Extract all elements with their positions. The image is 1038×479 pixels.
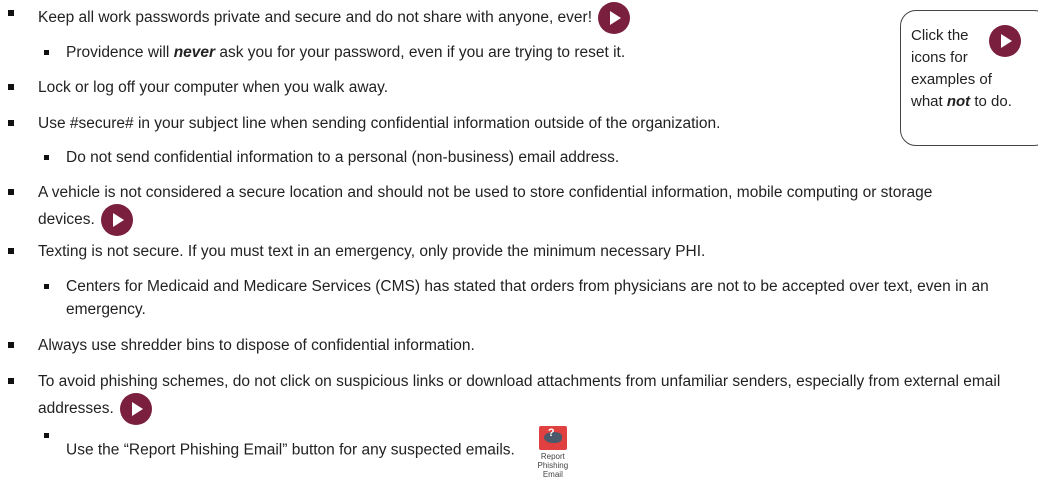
- subbullet-personal-email: Do not send confidential information to …: [44, 146, 1024, 169]
- bullet-text: Use the “Report Phishing Email” button f…: [66, 424, 1024, 479]
- bullet-marker: [44, 155, 49, 160]
- bullet-text: A vehicle is not considered a secure loc…: [38, 181, 958, 236]
- play-example-button[interactable]: [119, 393, 152, 425]
- bullet-text: To avoid phishing schemes, do not click …: [38, 370, 1028, 425]
- subbullet-report-phishing: Use the “Report Phishing Email” button f…: [44, 424, 1024, 479]
- bullet-text-content: A vehicle is not considered a secure loc…: [38, 184, 933, 229]
- bullet-marker: [44, 433, 49, 438]
- bullet-text: Providence will never ask you for your p…: [66, 41, 1024, 64]
- bullet-text: Do not send confidential information to …: [66, 149, 620, 166]
- bullet-text: Always use shredder bins to dispose of c…: [38, 337, 475, 354]
- subbullet-never-ask-password: Providence will never ask you for your p…: [44, 41, 1024, 64]
- bullet-marker: [44, 50, 49, 55]
- report-phishing-label: Report Phishing Email: [537, 452, 569, 479]
- bullet-text: Lock or log off your computer when you w…: [38, 79, 389, 96]
- bullet-text-content: Use the “Report Phishing Email” button f…: [66, 441, 515, 459]
- phishing-fish-icon: [538, 426, 567, 450]
- bullet-text: Keep all work passwords private and secu…: [38, 2, 1033, 34]
- callout-line: what not to do.: [911, 91, 1038, 113]
- bullet-marker: [44, 284, 49, 289]
- bullet-marker: [8, 10, 14, 16]
- text-part: ask you for your password, even if you a…: [215, 44, 626, 61]
- emphasis-never: never: [173, 44, 216, 61]
- text-part: Providence will: [66, 44, 174, 61]
- callout-line: icons for: [911, 49, 968, 66]
- bullet-marker: [8, 84, 14, 90]
- callout-line: examples of: [911, 71, 992, 88]
- bullet-secure-subject: Use #secure# in your subject line when s…: [8, 112, 1033, 135]
- bullet-text-content: To avoid phishing schemes, do not click …: [38, 373, 1001, 418]
- bullet-lock-computer: Lock or log off your computer when you w…: [8, 76, 1033, 99]
- bullet-shredder-bins: Always use shredder bins to dispose of c…: [8, 334, 1033, 357]
- bullet-marker: [8, 120, 14, 126]
- play-example-button[interactable]: [598, 2, 631, 34]
- bullet-text: Texting is not secure. If you must text …: [38, 243, 706, 260]
- play-icon: [989, 25, 1021, 57]
- callout-box: Click the icons for examples of what not…: [900, 10, 1038, 146]
- text-part: what: [911, 93, 947, 110]
- text-part: to do.: [970, 93, 1012, 110]
- bullet-passwords-private: Keep all work passwords private and secu…: [8, 2, 1033, 34]
- bullet-texting-not-secure: Texting is not secure. If you must text …: [8, 240, 1033, 263]
- report-phishing-button[interactable]: Report Phishing Email: [527, 426, 579, 479]
- play-example-button[interactable]: [100, 204, 133, 236]
- subbullet-cms-orders: Centers for Medicaid and Medicare Servic…: [44, 275, 1024, 321]
- bullet-marker: [8, 248, 14, 254]
- bullet-text: Use #secure# in your subject line when s…: [38, 115, 721, 132]
- bullet-marker: [8, 378, 14, 384]
- bullet-phishing-schemes: To avoid phishing schemes, do not click …: [8, 370, 1033, 425]
- bullet-text-content: Keep all work passwords private and secu…: [38, 9, 593, 27]
- emphasis-not: not: [946, 93, 971, 110]
- bullet-text: Centers for Medicaid and Medicare Servic…: [66, 278, 989, 318]
- bullet-vehicle-not-secure: A vehicle is not considered a secure loc…: [8, 181, 1033, 236]
- bullet-marker: [8, 189, 14, 195]
- bullet-marker: [8, 342, 14, 348]
